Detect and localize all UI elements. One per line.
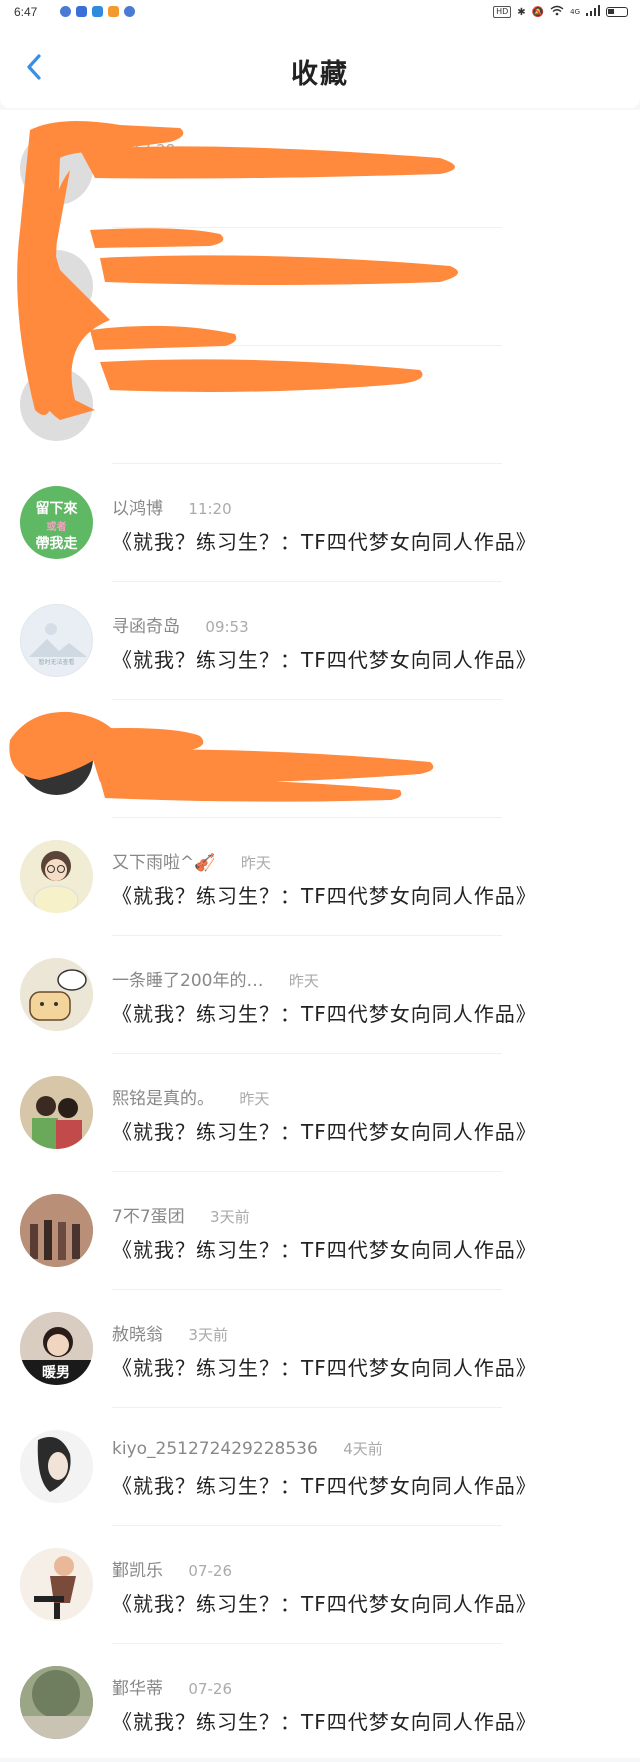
avatar-photo bbox=[20, 1666, 93, 1739]
image-placeholder-icon bbox=[29, 623, 87, 657]
list-item[interactable]: 鄞华蒂 07-26 《就我？练习生？：TF四代梦女向同人作品》 bbox=[0, 1644, 640, 1762]
list-item-message: 《就我？练习生？：TF四代梦女向同人作品》 bbox=[112, 648, 537, 672]
mute-icon: 🔕 bbox=[531, 6, 545, 18]
list-item-name-line: kiyo_251272429228536 4天前 bbox=[112, 1438, 383, 1459]
avatar: 暂时无法查看 bbox=[20, 604, 93, 677]
list-item-message: 《就我？练习生？：TF四代梦女向同人作品》 bbox=[112, 1592, 537, 1616]
avatar-text-top: 留下來 bbox=[35, 501, 78, 517]
avatar-caption: 暂时无法查看 bbox=[38, 659, 75, 666]
wifi-icon bbox=[550, 5, 564, 19]
avatar-photo bbox=[20, 1430, 93, 1503]
list-item[interactable]: 鄞凯乐 07-26 《就我？练习生？：TF四代梦女向同人作品》 bbox=[0, 1526, 640, 1644]
avatar-photo bbox=[20, 1076, 93, 1149]
avatar bbox=[20, 1194, 93, 1267]
list-item-message: 《就我？练习生？：TF四代梦女向同人作品》 bbox=[112, 1474, 537, 1498]
gear-icon-2 bbox=[124, 6, 135, 17]
list-item[interactable]: 熙铭是真的。 昨天 《就我？练习生？：TF四代梦女向同人作品》 bbox=[0, 1054, 640, 1172]
list-item-time: 11:20 bbox=[188, 500, 232, 518]
list-item-message: 《就我？练习生？：TF四代梦女向同人作品》 bbox=[112, 1238, 537, 1262]
avatar bbox=[20, 1548, 93, 1621]
gear-icon bbox=[60, 6, 71, 17]
battery-icon bbox=[606, 7, 628, 17]
header-bar: 收藏 bbox=[0, 26, 640, 108]
hd-icon: HD bbox=[493, 6, 512, 18]
app-icon-blue bbox=[76, 6, 87, 17]
list-item-name: 以鸿博 bbox=[112, 499, 163, 519]
status-time: 6:47 bbox=[14, 5, 38, 19]
list-item-name-line: 以鸿博 11:20 bbox=[112, 494, 232, 519]
list-item-message: 《就我？练习生？：TF四代梦女向同人作品》 bbox=[112, 1002, 537, 1026]
list-item-time: 4天前 bbox=[343, 1440, 383, 1458]
redaction-scribble bbox=[17, 121, 458, 420]
list-item-time: 3天前 bbox=[188, 1326, 228, 1344]
list-item-message: 《就我？练习生？：TF四代梦女向同人作品》 bbox=[112, 884, 537, 908]
list-item-name-line: 又下雨啦^🎻 昨天 bbox=[112, 848, 271, 873]
list-item-name: 鄞华蒂 bbox=[112, 1679, 163, 1699]
app-icon-orange bbox=[108, 6, 119, 17]
avatar-illustration bbox=[20, 840, 93, 913]
list-item-name: 赦晓翁 bbox=[112, 1325, 163, 1345]
avatar bbox=[20, 1076, 93, 1149]
list-item-time: 昨天 bbox=[288, 972, 319, 990]
page-title: 收藏 bbox=[291, 59, 349, 90]
signal-icon bbox=[586, 5, 600, 19]
list-item-name-line: 熙铭是真的。 昨天 bbox=[112, 1084, 269, 1109]
list-item[interactable]: 7不7蛋团 3天前 《就我？练习生？：TF四代梦女向同人作品》 bbox=[0, 1172, 640, 1290]
avatar-illustration bbox=[20, 1548, 93, 1621]
avatar-illustration bbox=[20, 958, 93, 1031]
avatar: 暖男 bbox=[20, 1312, 93, 1385]
list-item-name: 一条睡了200年的… bbox=[112, 971, 264, 991]
list-item[interactable]: kiyo_251272429228536 4天前 《就我？练习生？：TF四代梦女… bbox=[0, 1408, 640, 1526]
list-item[interactable]: 留下來 或者 帶我走 以鸿博 11:20 《就我？练习生？：TF四代梦女向同人作… bbox=[0, 464, 640, 582]
avatar-text: 暖男 bbox=[42, 1365, 70, 1381]
list-item-name-line: 鄞凯乐 07-26 bbox=[112, 1556, 232, 1581]
list-item-message: 《就我？练习生？：TF四代梦女向同人作品》 bbox=[112, 1120, 537, 1144]
network-label: 4G bbox=[570, 8, 580, 16]
list-item-name-line: 一条睡了200年的… 昨天 bbox=[112, 966, 319, 991]
list-item[interactable]: 又下雨啦^🎻 昨天 《就我？练习生？：TF四代梦女向同人作品》 bbox=[0, 818, 640, 936]
avatar bbox=[20, 958, 93, 1031]
avatar-photo bbox=[20, 1194, 93, 1267]
list-item-time: 07-26 bbox=[188, 1562, 232, 1580]
avatar bbox=[20, 840, 93, 913]
redaction-scribble-2 bbox=[9, 711, 434, 802]
avatar bbox=[20, 1666, 93, 1739]
list-item-message: 《就我？练习生？：TF四代梦女向同人作品》 bbox=[112, 1710, 537, 1734]
list-item[interactable]: 一条睡了200年的… 昨天 《就我？练习生？：TF四代梦女向同人作品》 bbox=[0, 936, 640, 1054]
list-item-name-line: 7不7蛋团 3天前 bbox=[112, 1202, 250, 1227]
list-item-time: 3天前 bbox=[210, 1208, 250, 1226]
list-item-name: 熙铭是真的。 bbox=[112, 1089, 214, 1109]
list-item[interactable]: 暖男 赦晓翁 3天前 《就我？练习生？：TF四代梦女向同人作品》 bbox=[0, 1290, 640, 1408]
list-item-name-line: 寻函奇岛 09:53 bbox=[112, 612, 249, 637]
status-bar: 6:47 HD ✱ 🔕 4G bbox=[0, 0, 640, 26]
list-item-time: 昨天 bbox=[240, 854, 271, 872]
list-item[interactable]: 暂时无法查看 寻函奇岛 09:53 《就我？练习生？：TF四代梦女向同人作品》 bbox=[0, 582, 640, 700]
list-item-name: 又下雨啦^🎻 bbox=[112, 853, 216, 873]
list-item-time: 09:53 bbox=[205, 618, 249, 636]
bluetooth-icon: ✱ bbox=[517, 6, 526, 18]
status-system-icons: HD ✱ 🔕 4G bbox=[493, 5, 628, 19]
avatar-text-mid: 或者 bbox=[46, 522, 67, 533]
list-item-name: kiyo_251272429228536 bbox=[112, 1439, 318, 1459]
list-item-message: 《就我？练习生？：TF四代梦女向同人作品》 bbox=[112, 1356, 537, 1380]
list-item-message: 《就我？练习生？：TF四代梦女向同人作品》 bbox=[112, 530, 537, 554]
list-item-time: 07-26 bbox=[188, 1680, 232, 1698]
avatar: 留下來 或者 帶我走 bbox=[20, 486, 93, 559]
list-item-name: 寻函奇岛 bbox=[112, 617, 180, 637]
favorites-list: 17:28 55 43 留下來 或者 帶我走 以鸿博 11:20 bbox=[0, 110, 640, 1758]
list-item-name: 鄞凯乐 bbox=[112, 1561, 163, 1581]
avatar bbox=[20, 1430, 93, 1503]
list-item-name-line: 鄞华蒂 07-26 bbox=[112, 1674, 232, 1699]
app-icon-blue-2 bbox=[92, 6, 103, 17]
status-app-icons bbox=[60, 6, 135, 17]
list-item-time: 昨天 bbox=[239, 1090, 270, 1108]
avatar-text-bot: 帶我走 bbox=[35, 536, 78, 552]
list-item-name: 7不7蛋团 bbox=[112, 1207, 185, 1227]
list-item-name-line: 赦晓翁 3天前 bbox=[112, 1320, 228, 1345]
